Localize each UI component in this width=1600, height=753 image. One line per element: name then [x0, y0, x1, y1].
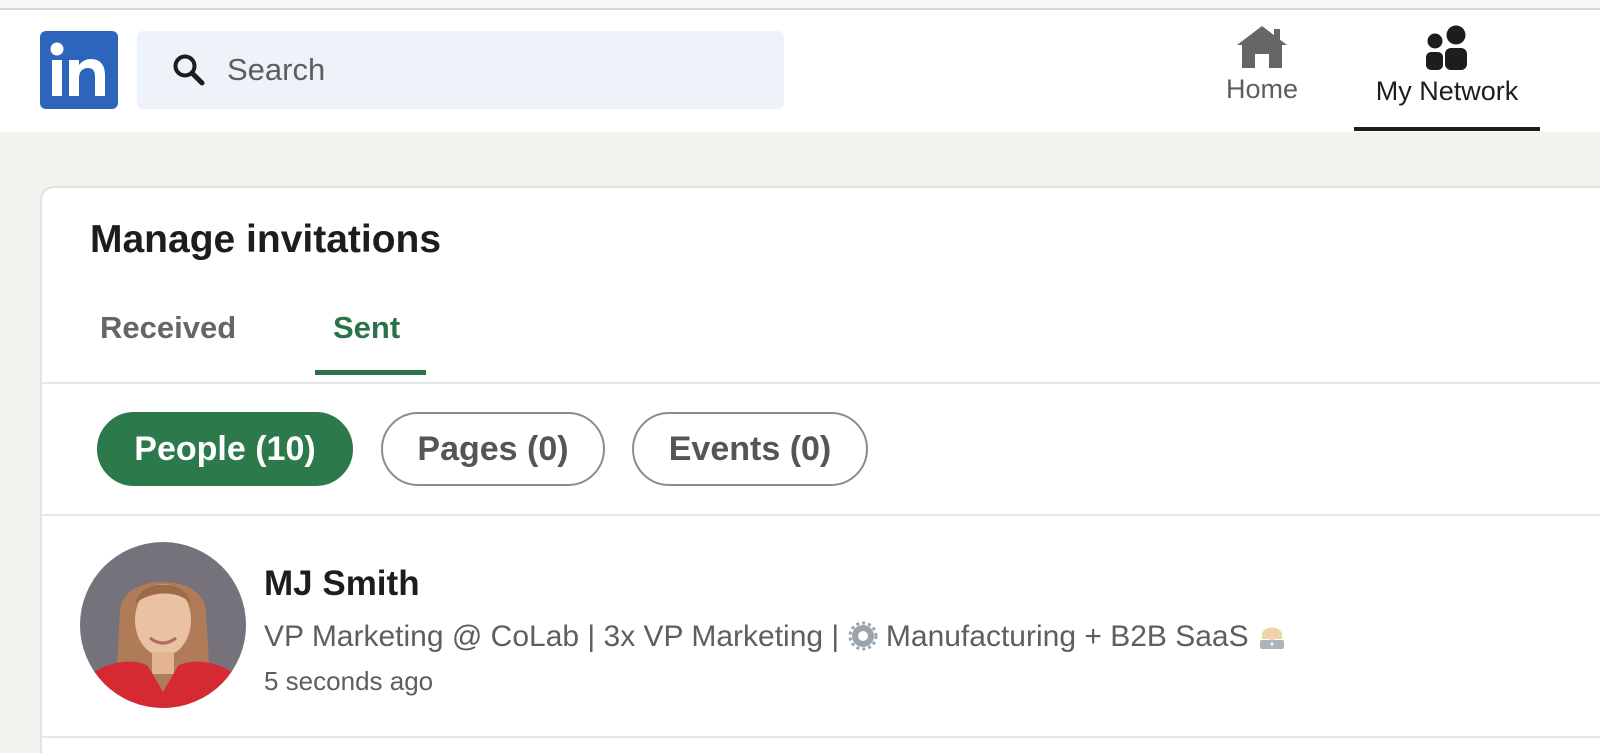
- invitee-name[interactable]: MJ Smith: [264, 564, 420, 604]
- nav-item-home[interactable]: Home: [1204, 10, 1320, 132]
- nav-label-home: Home: [1225, 74, 1299, 104]
- filter-events-pill[interactable]: Events (0): [632, 412, 868, 486]
- avatar[interactable]: [80, 542, 246, 708]
- search-icon: [173, 54, 205, 86]
- filter-people-pill[interactable]: People (10): [97, 412, 353, 486]
- headline-text: Manufacturing + B2B SaaS: [885, 620, 1249, 653]
- tab-received[interactable]: Received: [100, 310, 236, 346]
- filter-pages-pill[interactable]: Pages (0): [381, 412, 605, 486]
- divider: [42, 514, 1600, 516]
- nav-label-my-network: My Network: [1375, 76, 1519, 106]
- gear-icon: [848, 621, 878, 651]
- tab-active-indicator: [315, 370, 426, 375]
- global-nav: Home My Network: [0, 10, 1600, 132]
- woman-technologist-icon: [1259, 627, 1284, 649]
- divider: [42, 736, 1600, 738]
- linkedin-logo[interactable]: [40, 31, 118, 109]
- search-bar[interactable]: [137, 31, 784, 109]
- people-icon: [1426, 25, 1467, 70]
- page-title: Manage invitations: [90, 218, 442, 261]
- search-input[interactable]: [227, 31, 767, 109]
- home-icon: [1237, 26, 1287, 68]
- invitee-headline: VP Marketing @ CoLab | 3x VP Marketing |…: [264, 620, 1287, 654]
- tab-sent[interactable]: Sent: [333, 310, 400, 346]
- nav-active-indicator: [1354, 127, 1540, 131]
- manage-invitations-card: Manage invitations Received Sent People …: [40, 186, 1600, 753]
- sent-timestamp: 5 seconds ago: [264, 666, 434, 696]
- headline-text: VP Marketing @ CoLab | 3x VP Marketing |: [264, 620, 840, 653]
- nav-item-my-network[interactable]: My Network: [1354, 10, 1540, 132]
- browser-top-edge: [0, 0, 1600, 10]
- divider: [42, 382, 1600, 384]
